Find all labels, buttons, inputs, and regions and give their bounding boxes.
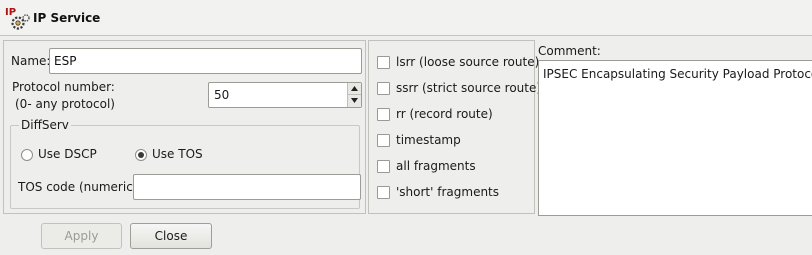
comment-label: Comment: bbox=[538, 44, 601, 58]
ssrr-label: ssrr (strict source route) bbox=[396, 81, 542, 95]
ssrr-checkbox[interactable] bbox=[377, 82, 390, 95]
protocol-number-spinner[interactable]: 50 bbox=[208, 82, 362, 108]
use-dscp-label: Use DSCP bbox=[38, 147, 97, 161]
spin-down-button[interactable] bbox=[348, 95, 361, 107]
timestamp-checkbox[interactable] bbox=[377, 134, 390, 147]
svg-text:IP: IP bbox=[5, 7, 16, 18]
ip-service-icon: IP bbox=[4, 4, 32, 32]
window-title: IP Service bbox=[33, 11, 101, 25]
spinner-buttons bbox=[347, 83, 361, 107]
short-fragments-label: 'short' fragments bbox=[396, 185, 500, 199]
tos-code-label: TOS code (numeric): bbox=[18, 180, 142, 194]
use-tos-label: Use TOS bbox=[152, 147, 203, 161]
protocol-number-label: Protocol number: bbox=[12, 80, 115, 94]
arrow-up-icon bbox=[351, 86, 358, 91]
timestamp-label: timestamp bbox=[396, 133, 461, 147]
rr-checkbox[interactable] bbox=[377, 108, 390, 121]
name-input[interactable] bbox=[49, 48, 362, 74]
title-bar: IP IP Service bbox=[0, 0, 812, 36]
all-fragments-label: all fragments bbox=[396, 159, 476, 173]
ip-options-panel: lsrr (loose source route) ssrr (strict s… bbox=[368, 40, 541, 214]
rr-label: rr (record route) bbox=[396, 107, 493, 121]
all-fragments-checkbox[interactable] bbox=[377, 160, 390, 173]
use-dscp-radio[interactable] bbox=[21, 149, 33, 161]
comment-textarea[interactable]: IPSEC Encapsulating Security Payload Pro… bbox=[538, 60, 812, 216]
short-fragments-checkbox[interactable] bbox=[377, 186, 390, 199]
general-panel: Name: Protocol number: (0- any protocol)… bbox=[3, 40, 366, 214]
tos-code-input[interactable] bbox=[133, 174, 361, 200]
arrow-down-icon bbox=[351, 98, 358, 103]
lsrr-checkbox[interactable] bbox=[377, 56, 390, 69]
spin-up-button[interactable] bbox=[348, 83, 361, 95]
apply-button[interactable]: Apply bbox=[41, 223, 122, 249]
name-label: Name: bbox=[11, 54, 51, 68]
diffserv-group: DiffServ Use DSCP Use TOS TOS code (nume… bbox=[10, 118, 361, 209]
protocol-hint-label: (0- any protocol) bbox=[15, 97, 115, 111]
lsrr-label: lsrr (loose source route) bbox=[396, 55, 540, 69]
radio-selected-dot bbox=[138, 152, 144, 158]
diffserv-group-title: DiffServ bbox=[19, 118, 71, 132]
close-button[interactable]: Close bbox=[130, 223, 212, 249]
protocol-number-value: 50 bbox=[214, 88, 230, 102]
use-tos-radio[interactable] bbox=[135, 149, 147, 161]
